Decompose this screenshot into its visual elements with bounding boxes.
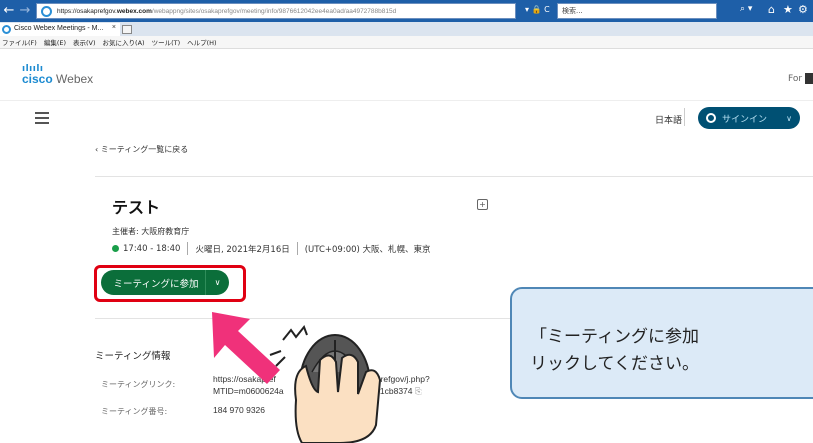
- click-burst-icon: [269, 325, 308, 367]
- pink-pointer-arrow-icon: [212, 312, 280, 384]
- instruction-callout: 「ミーティングに参加 リックしてください。: [510, 287, 813, 399]
- hand-with-mouse-icon: [294, 334, 382, 443]
- instruction-line-2: リックしてください。: [530, 354, 699, 374]
- instruction-line-1: 「ミーティングに参加: [530, 327, 699, 347]
